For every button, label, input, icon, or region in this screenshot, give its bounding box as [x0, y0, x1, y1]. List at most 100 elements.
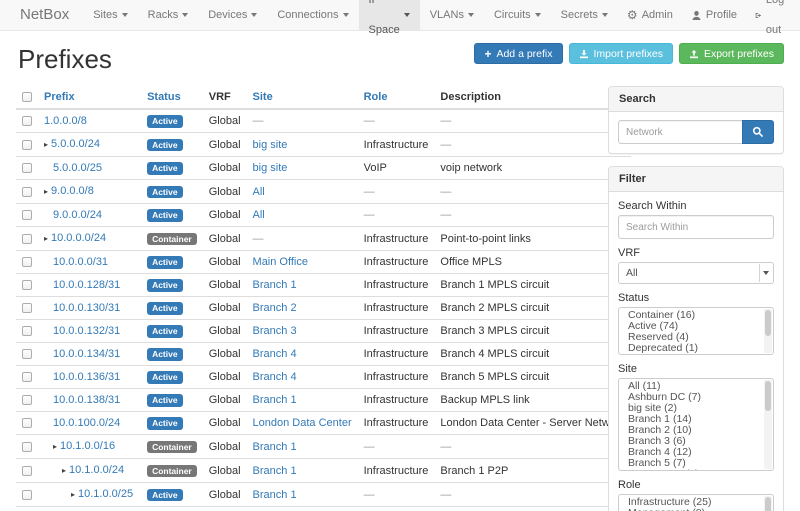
search-within-input[interactable] [618, 215, 774, 239]
row-checkbox[interactable] [22, 210, 32, 220]
row-checkbox[interactable] [22, 257, 32, 267]
column-header-site[interactable]: Site [247, 86, 358, 109]
prefix-link[interactable]: 10.0.0.138/31 [53, 394, 120, 406]
chevron-down-icon [759, 264, 772, 282]
role-scrollbar[interactable] [764, 496, 772, 511]
prefix-link[interactable]: 10.0.0.130/31 [53, 302, 120, 314]
description-cell: — [434, 204, 631, 227]
nav-item-secrets[interactable]: Secrets [551, 0, 618, 30]
prefix-link[interactable]: 10.0.0.128/31 [53, 279, 120, 291]
site-link[interactable]: Branch 2 [253, 302, 297, 314]
brand[interactable]: NetBox [14, 0, 83, 30]
row-checkbox[interactable] [22, 234, 32, 244]
row-checkbox[interactable] [22, 326, 32, 336]
description-cell: London Data Center - Server Network [434, 412, 631, 435]
prefix-link[interactable]: 10.0.0.134/31 [53, 348, 120, 360]
status-cell: Active [141, 320, 203, 343]
row-checkbox[interactable] [22, 418, 32, 428]
nav-item-admin[interactable]: ⚙ Admin [618, 0, 682, 30]
description-value: — [440, 115, 451, 127]
column-header-prefix[interactable]: Prefix [38, 86, 141, 109]
nav-item-devices[interactable]: Devices [198, 0, 267, 30]
site-link[interactable]: Branch 1 [253, 394, 297, 406]
row-checkbox[interactable] [22, 303, 32, 313]
prefix-link[interactable]: 5.0.0.0/25 [53, 162, 102, 174]
nav-item-sites[interactable]: Sites [83, 0, 137, 30]
site-link[interactable]: All [253, 209, 265, 221]
site-link[interactable]: Branch 4 [253, 371, 297, 383]
status-scrollbar[interactable] [764, 309, 772, 353]
add-prefix-button[interactable]: + Add a prefix [474, 43, 562, 64]
site-link[interactable]: Branch 1 [253, 441, 297, 453]
description-value: Branch 2 MPLS circuit [440, 302, 549, 314]
site-scrollbar[interactable] [764, 380, 772, 469]
description-value: Branch 3 MPLS circuit [440, 325, 549, 337]
prefix-link[interactable]: 10.1.0.0/16 [60, 440, 115, 452]
role-listbox[interactable]: Infrastructure (25)Management (8)Private… [618, 494, 774, 511]
export-prefixes-button[interactable]: Export prefixes [679, 43, 784, 64]
status-listbox[interactable]: Container (16)Active (74)Reserved (4)Dep… [618, 307, 774, 355]
prefix-link[interactable]: 10.0.0.0/24 [51, 232, 106, 244]
status-cell: Container [141, 459, 203, 483]
scrollbar-thumb[interactable] [765, 381, 771, 411]
description-cell: Office MPLS [434, 251, 631, 274]
site-link[interactable]: Branch 1 [253, 465, 297, 477]
vrf-cell: Global [203, 507, 247, 511]
content: PrefixStatusVRFSiteRoleDescription 1.0.0… [16, 86, 784, 511]
select-all-checkbox[interactable] [22, 92, 32, 102]
nav-item-circuits[interactable]: Circuits [484, 0, 551, 30]
column-header-role[interactable]: Role [358, 86, 435, 109]
table-row: ▸9.0.0.0/8ActiveGlobalAll—— [16, 180, 631, 204]
row-checkbox[interactable] [22, 187, 32, 197]
site-listbox[interactable]: All (11)Ashburn DC (7)big site (2)Branch… [618, 378, 774, 471]
prefix-link[interactable]: 10.0.0.132/31 [53, 325, 120, 337]
row-checkbox[interactable] [22, 466, 32, 476]
row-checkbox[interactable] [22, 140, 32, 150]
vrf-cell: Global [203, 251, 247, 274]
select-all-header-cell [16, 86, 38, 109]
site-link[interactable]: All [253, 186, 265, 198]
row-checkbox[interactable] [22, 490, 32, 500]
scrollbar-thumb[interactable] [765, 497, 771, 511]
site-link[interactable]: London Data Center [253, 417, 352, 429]
site-link[interactable]: big site [253, 139, 288, 151]
prefix-link[interactable]: 1.0.0.0/8 [44, 115, 87, 127]
prefix-link[interactable]: 10.1.0.0/24 [69, 464, 124, 476]
prefix-link[interactable]: 10.0.0.136/31 [53, 371, 120, 383]
vrf-select[interactable]: All [618, 262, 774, 284]
nav-item-logout[interactable]: Log out [746, 0, 797, 30]
site-link[interactable]: big site [253, 162, 288, 174]
site-link[interactable]: Branch 1 [253, 489, 297, 501]
row-checkbox[interactable] [22, 349, 32, 359]
row-checkbox[interactable] [22, 395, 32, 405]
nav-item-ip-space[interactable]: IP Space [359, 0, 420, 30]
search-input[interactable] [618, 120, 742, 144]
import-prefixes-button[interactable]: Import prefixes [569, 43, 673, 64]
prefix-link[interactable]: 5.0.0.0/24 [51, 138, 100, 150]
row-checkbox[interactable] [22, 116, 32, 126]
prefix-link[interactable]: 10.0.100.0/24 [53, 417, 120, 429]
row-checkbox[interactable] [22, 280, 32, 290]
prefix-link[interactable]: 10.0.0.0/31 [53, 256, 108, 268]
site-link[interactable]: Main Office [253, 256, 308, 268]
status-badge: Active [147, 302, 183, 315]
prefix-link[interactable]: 9.0.0.0/8 [51, 185, 94, 197]
listbox-option[interactable]: Deprecated (1) [619, 343, 773, 354]
site-link[interactable]: Branch 4 [253, 348, 297, 360]
site-link[interactable]: Branch 1 [253, 279, 297, 291]
row-checkbox[interactable] [22, 442, 32, 452]
row-checkbox[interactable] [22, 372, 32, 382]
prefix-link[interactable]: 9.0.0.0/24 [53, 209, 102, 221]
nav-item-connections[interactable]: Connections [267, 0, 358, 30]
nav-item-racks[interactable]: Racks [138, 0, 199, 30]
nav-item-vlans[interactable]: VLANs [420, 0, 484, 30]
prefix-link[interactable]: 10.1.0.0/25 [78, 488, 133, 500]
column-header-status[interactable]: Status [141, 86, 203, 109]
prefix-cell: 10.0.0.0/31 [38, 251, 141, 274]
row-checkbox[interactable] [22, 163, 32, 173]
scrollbar-thumb[interactable] [765, 310, 771, 336]
listbox-option[interactable]: COLO-1-2A (3) [619, 469, 773, 471]
site-link[interactable]: Branch 3 [253, 325, 297, 337]
nav-item-profile[interactable]: Profile [682, 0, 746, 30]
search-button[interactable] [742, 120, 774, 144]
